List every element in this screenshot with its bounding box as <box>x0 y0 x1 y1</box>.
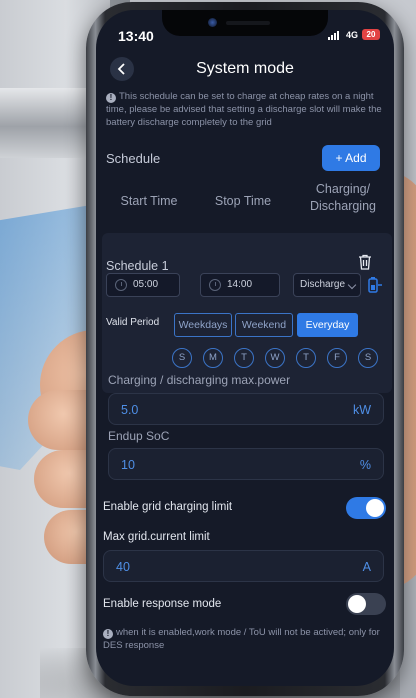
footnote-text: when it is enabled,work mode / ToU will … <box>103 627 380 651</box>
add-schedule-button[interactable]: + Add <box>322 145 380 171</box>
period-weekdays-button[interactable]: Weekdays <box>174 313 232 337</box>
response-mode-label: Enable response mode <box>103 598 222 610</box>
info-icon: ! <box>106 93 116 103</box>
clock-icon <box>115 279 127 291</box>
max-power-unit: kW <box>352 403 371 417</box>
endup-soc-label: Endup SoC <box>108 429 170 443</box>
max-power-value: 5.0 <box>121 403 139 417</box>
valid-period-label: Valid Period <box>106 317 160 328</box>
column-charging-line1: Charging/ <box>315 182 371 196</box>
max-grid-current-field[interactable]: 40 A <box>103 550 384 582</box>
period-everyday-button[interactable]: Everyday <box>297 313 358 337</box>
mode-select-value: Discharge <box>300 279 346 290</box>
grid-charging-limit-label: Enable grid charging limit <box>103 501 233 513</box>
grid-charging-limit-toggle[interactable] <box>346 497 386 519</box>
trash-icon[interactable] <box>358 254 372 270</box>
signal-icon <box>328 31 342 40</box>
day-wednesday-toggle[interactable]: W <box>265 348 285 368</box>
endup-soc-field[interactable]: 10 % <box>108 448 384 480</box>
phone-notch <box>162 10 328 36</box>
clock-icon <box>209 279 221 291</box>
day-monday-toggle[interactable]: M <box>203 348 223 368</box>
speaker-grille <box>226 21 270 25</box>
column-stop-time: Stop Time <box>214 194 272 208</box>
notice-text: This schedule can be set to charge at ch… <box>106 91 382 128</box>
start-time-value: 05:00 <box>133 279 159 290</box>
schedule-notice: ! This schedule can be set to charge at c… <box>106 90 390 129</box>
column-charging-discharging: Charging/ Discharging <box>300 181 386 215</box>
max-grid-current-value: 40 <box>116 560 130 574</box>
max-grid-current-label: Max grid.current limit <box>103 531 210 543</box>
day-saturday-toggle[interactable]: S <box>358 348 378 368</box>
response-mode-toggle[interactable] <box>346 593 386 615</box>
column-charging-line2: Discharging <box>309 199 376 213</box>
day-thursday-toggle[interactable]: T <box>296 348 316 368</box>
column-start-time: Start Time <box>120 194 178 208</box>
phone-screen: 13:40 4G 20 System mode ! This schedule c… <box>96 10 394 686</box>
camera-icon <box>208 18 217 27</box>
page-title: System mode <box>196 60 294 77</box>
day-sunday-toggle[interactable]: S <box>172 348 192 368</box>
status-time: 13:40 <box>118 28 154 44</box>
info-icon: ! <box>103 629 113 639</box>
max-grid-current-unit: A <box>362 560 371 574</box>
endup-soc-unit: % <box>359 458 371 472</box>
network-type: 4G <box>346 30 359 40</box>
max-power-label: Charging / discharging max.power <box>108 373 291 387</box>
stop-time-value: 14:00 <box>227 279 253 290</box>
schedule-card-title: Schedule 1 <box>106 259 169 273</box>
mode-select[interactable]: Discharge <box>293 273 361 297</box>
chevron-down-icon <box>347 280 357 290</box>
max-power-field[interactable]: 5.0 kW <box>108 393 384 425</box>
day-tuesday-toggle[interactable]: T <box>234 348 254 368</box>
stop-time-input[interactable]: 14:00 <box>200 273 280 297</box>
start-time-input[interactable]: 05:00 <box>106 273 180 297</box>
battery-discharge-icon <box>368 277 382 293</box>
response-mode-footnote: ! when it is enabled,work mode / ToU will… <box>103 626 387 652</box>
toggle-knob <box>366 499 384 517</box>
period-weekend-button[interactable]: Weekend <box>235 313 293 337</box>
toggle-knob <box>348 595 366 613</box>
app-header: System mode <box>96 54 394 86</box>
schedule-heading: Schedule <box>106 151 161 166</box>
day-friday-toggle[interactable]: F <box>327 348 347 368</box>
endup-soc-value: 10 <box>121 458 135 472</box>
battery-icon: 20 <box>362 29 380 40</box>
